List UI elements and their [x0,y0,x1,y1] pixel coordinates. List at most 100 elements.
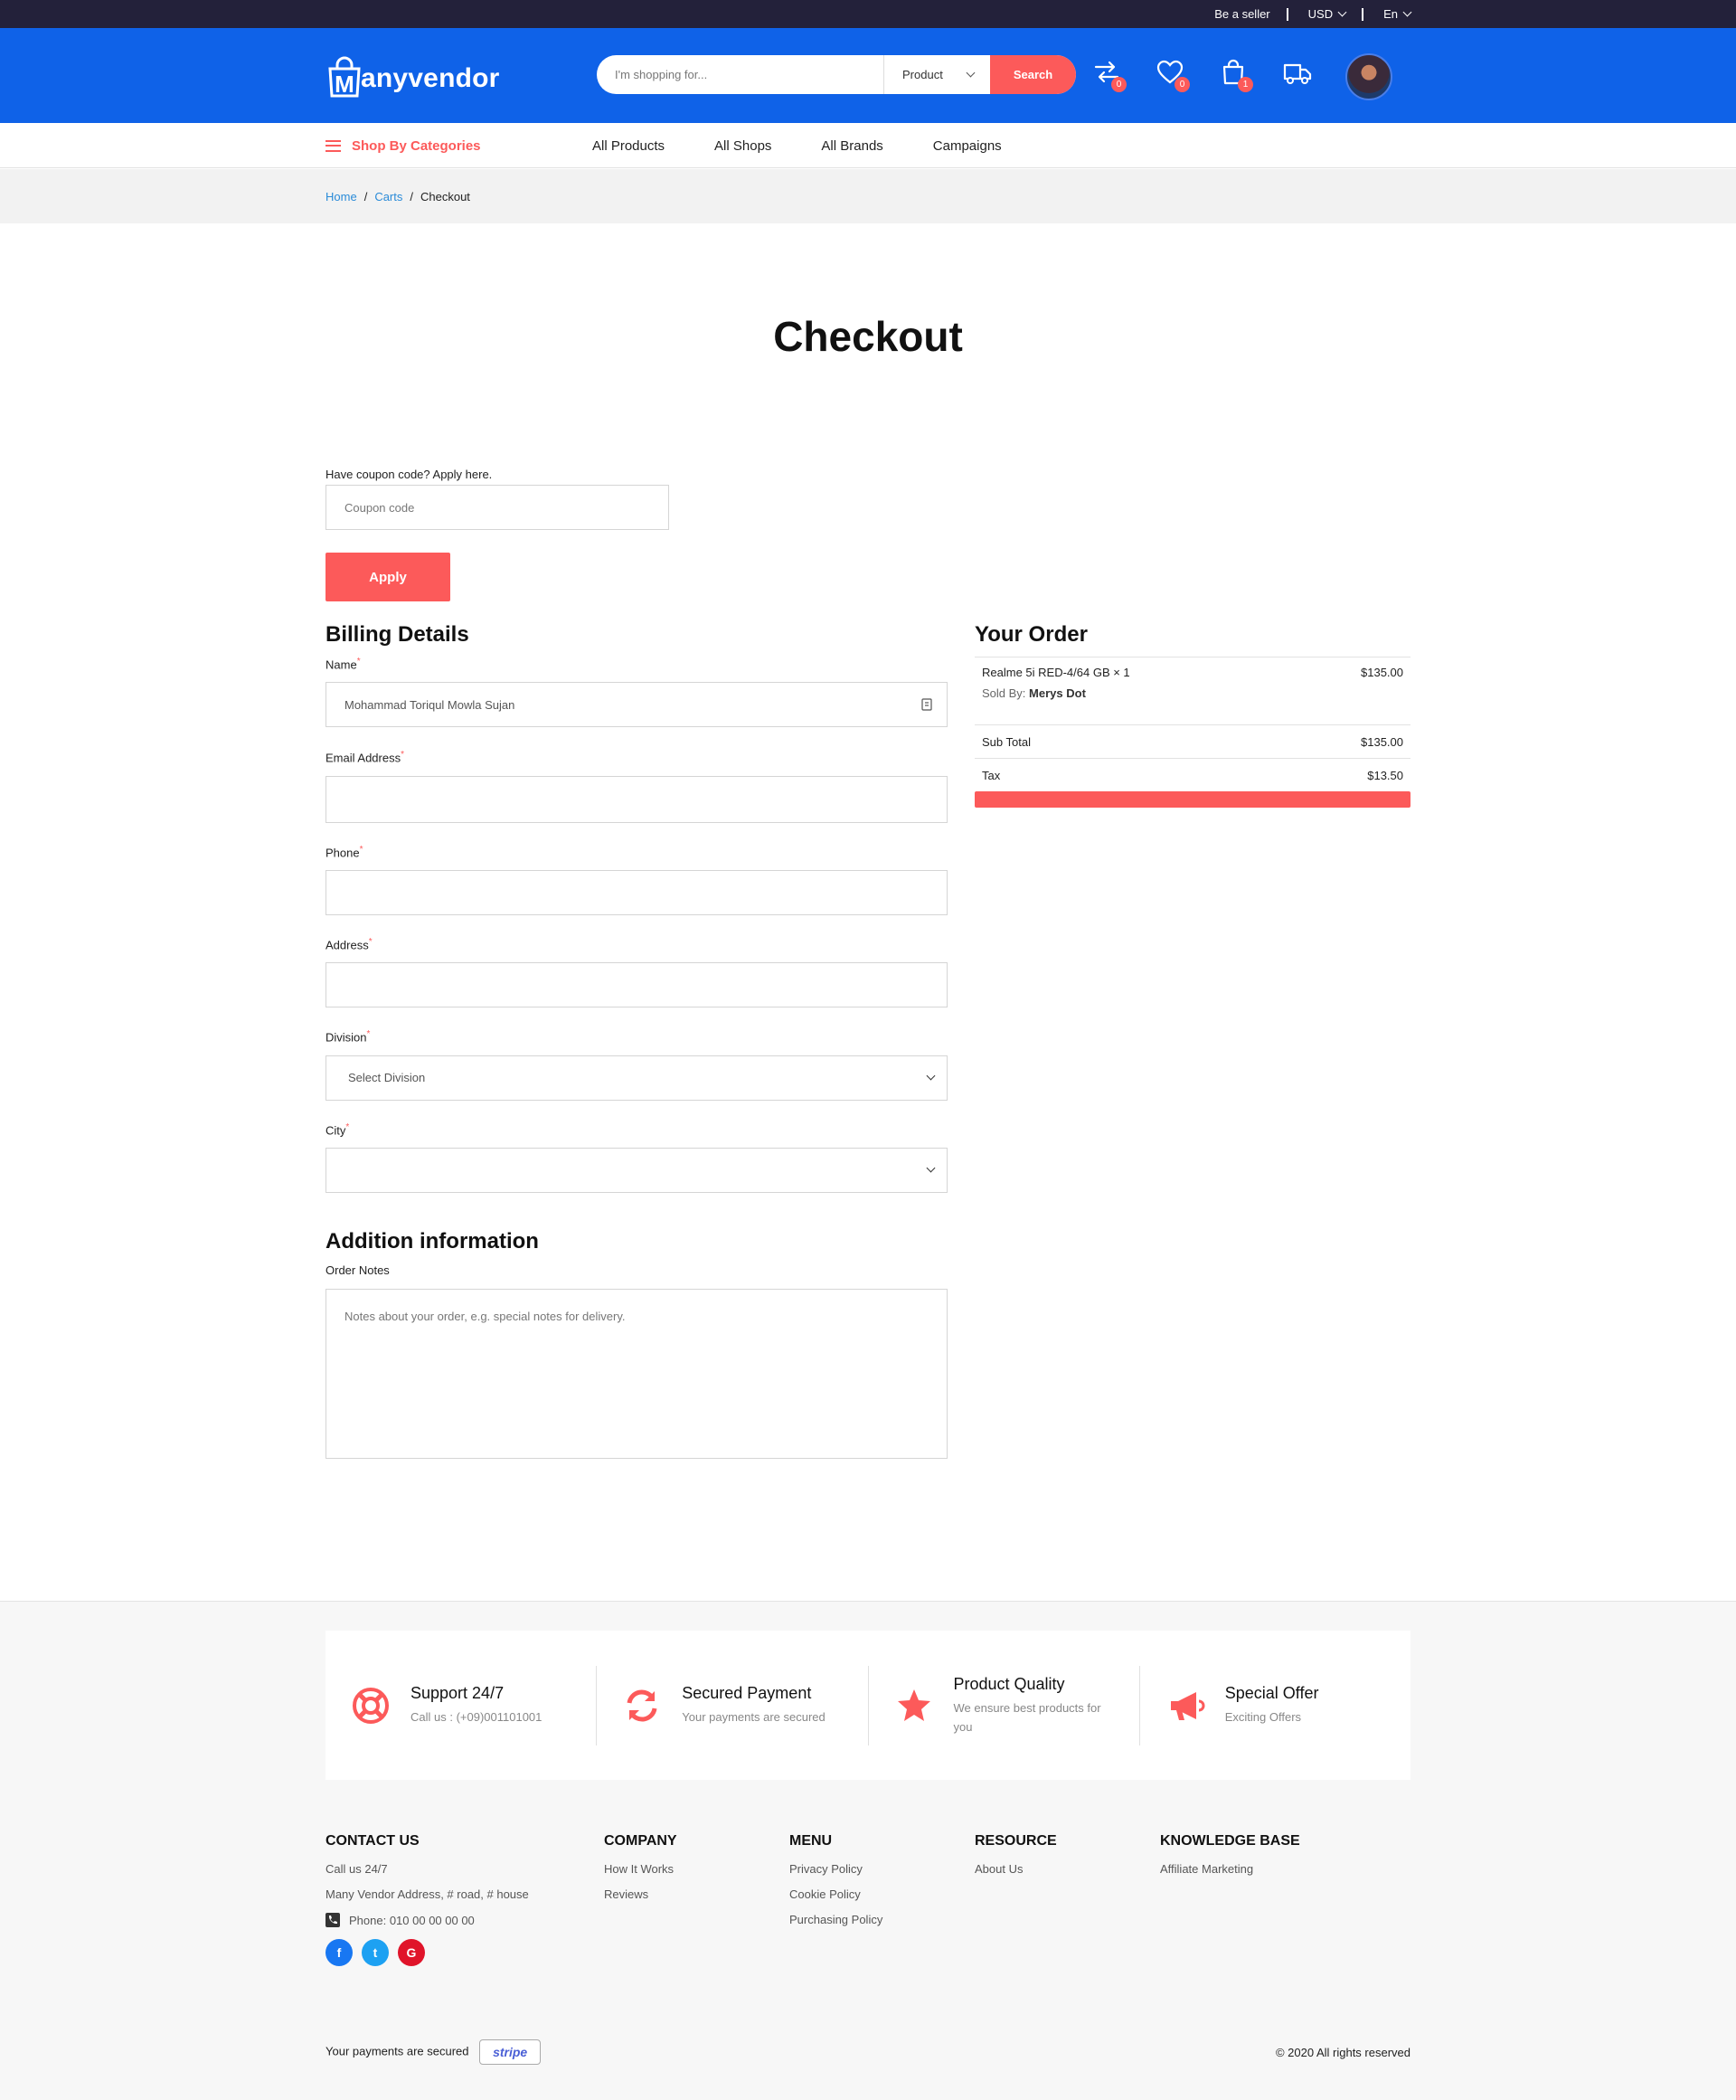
wishlist-count-badge: 0 [1175,77,1190,92]
phone-field[interactable] [326,869,948,915]
subtotal-row: Sub Total $135.00 [975,735,1410,749]
footer-resource: RESOURCE About Us [975,1833,1057,1887]
search-input[interactable] [597,55,883,94]
name-label: Name* [326,657,361,672]
footer-link[interactable]: Reviews [604,1887,677,1901]
breadcrumb-bar: Home / Carts / Checkout [0,169,1736,223]
currency-dropdown[interactable]: USD [1308,7,1347,21]
footer-link[interactable]: Purchasing Policy [789,1913,882,1926]
city-select[interactable] [326,1147,948,1193]
shop-by-categories-button[interactable]: Shop By Categories [326,123,481,168]
payments-secured: Your payments are secured stripe [326,2039,542,2065]
compare-button[interactable]: 0 [1092,58,1127,92]
division-select[interactable]: Select Division [326,1055,948,1101]
footer-link[interactable]: Affiliate Marketing [1160,1862,1300,1876]
footer-heading: KNOWLEDGE BASE [1160,1833,1300,1849]
social-links: f t G [326,1939,529,1966]
google-icon[interactable]: G [398,1939,425,1966]
svg-text:M: M [335,71,354,98]
hamburger-menu-icon [326,139,341,152]
order-notes-textarea[interactable] [326,1288,948,1459]
copyright: © 2020 All rights reserved [1275,2045,1410,2059]
truck-icon [1283,63,1312,84]
phone-icon [326,1913,340,1927]
nav-link-all-products[interactable]: All Products [592,138,665,154]
nav-link-campaigns[interactable]: Campaigns [933,138,1002,154]
paypal-stripe-badge: stripe [479,2039,542,2065]
chevron-down-icon [1337,7,1347,17]
billing-heading: Billing Details [326,622,469,647]
footer-link[interactable]: Cookie Policy [789,1887,882,1901]
chevron-down-icon [926,1071,936,1081]
place-order-button[interactable] [975,791,1410,808]
breadcrumb-home[interactable]: Home [326,190,357,203]
footer-link[interactable]: Privacy Policy [789,1862,882,1876]
tax-label: Tax [982,769,1001,782]
shopping-bag-logo-icon: M [327,56,362,98]
logo[interactable]: M anyvendor [327,52,500,98]
search-category-label: Product [902,68,943,81]
footer-company: COMPANY How It Works Reviews [604,1833,677,1913]
order-summary: Your Order Realme 5i RED-4/64 GB × 1 Sol… [975,622,1410,808]
coupon-code-input[interactable] [326,485,669,530]
track-order-button[interactable] [1282,58,1316,92]
address-label: Address* [326,936,373,952]
be-a-seller-link[interactable]: Be a seller [1214,7,1269,21]
compare-count-badge: 0 [1111,77,1127,92]
nav-link-all-shops[interactable]: All Shops [714,138,771,154]
footer-heading: MENU [789,1833,833,1849]
name-value: Mohammad Toriqul Mowla Sujan [344,697,515,712]
facebook-icon[interactable]: f [326,1939,353,1966]
division-selected-value: Select Division [348,1071,426,1085]
feature-subtitle: Exciting Offers [1224,1710,1302,1724]
footer-phone: Phone: 010 00 00 00 00 [326,1913,529,1927]
logo-text: anyvendor [361,63,500,93]
apply-coupon-button[interactable]: Apply [326,553,450,601]
feature-secured-payment: Secured Payment Your payments are secure… [597,1665,869,1745]
nav-link-all-brands[interactable]: All Brands [821,138,882,154]
order-item-price: $135.00 [1361,666,1403,679]
divider [975,758,1410,759]
footer-contact: CONTACT US Call us 24/7 Many Vendor Addr… [326,1833,529,1966]
top-bar: Be a seller USD En [0,0,1736,28]
feature-title: Product Quality [953,1674,1065,1693]
twitter-icon[interactable]: t [362,1939,389,1966]
additional-info-heading: Addition information [326,1228,539,1253]
city-label: City* [326,1121,350,1137]
refresh-icon [627,1689,657,1722]
features-strip: Support 24/7 Call us : (+09)001101001 Se… [326,1631,1410,1780]
breadcrumb-carts[interactable]: Carts [374,190,402,203]
site-footer: Support 24/7 Call us : (+09)001101001 Se… [0,1601,1736,2100]
breadcrumb-separator: / [410,189,413,203]
email-field[interactable] [326,775,948,823]
search-category-dropdown[interactable]: Product [883,55,990,94]
address-field[interactable] [326,962,948,1008]
user-avatar[interactable] [1345,53,1392,100]
feature-subtitle: Your payments are secured [682,1710,826,1724]
search-button[interactable]: Search [990,55,1076,94]
breadcrumb-current: Checkout [420,189,470,203]
coupon-label: Have coupon code? Apply here. [326,468,493,481]
name-field[interactable]: Mohammad Toriqul Mowla Sujan [326,682,948,728]
feature-title: Secured Payment [682,1684,812,1702]
footer-bottom: Your payments are secured stripe © 2020 … [326,2039,1410,2065]
divider [1362,7,1364,21]
chevron-down-icon [926,1164,936,1173]
footer-link[interactable]: About Us [975,1862,1057,1876]
breadcrumb-separator: / [363,189,368,203]
divider [1286,7,1288,21]
email-label: Email Address* [326,750,404,765]
footer-link[interactable]: How It Works [604,1862,677,1876]
megaphone-icon [1170,1691,1205,1720]
page-title: Checkout [773,313,963,360]
wishlist-button[interactable]: 0 [1156,58,1190,92]
cart-button[interactable]: 1 [1219,58,1253,92]
contact-card-icon [921,698,932,711]
language-dropdown[interactable]: En [1383,7,1412,21]
tax-row: Tax $13.50 [975,769,1410,782]
breadcrumb: Home / Carts / Checkout [326,169,470,223]
order-notes-label: Order Notes [326,1263,390,1277]
footer-heading: RESOURCE [975,1833,1057,1849]
order-item-seller: Sold By: Merys Dot [982,686,1086,700]
subtotal-label: Sub Total [982,735,1031,749]
